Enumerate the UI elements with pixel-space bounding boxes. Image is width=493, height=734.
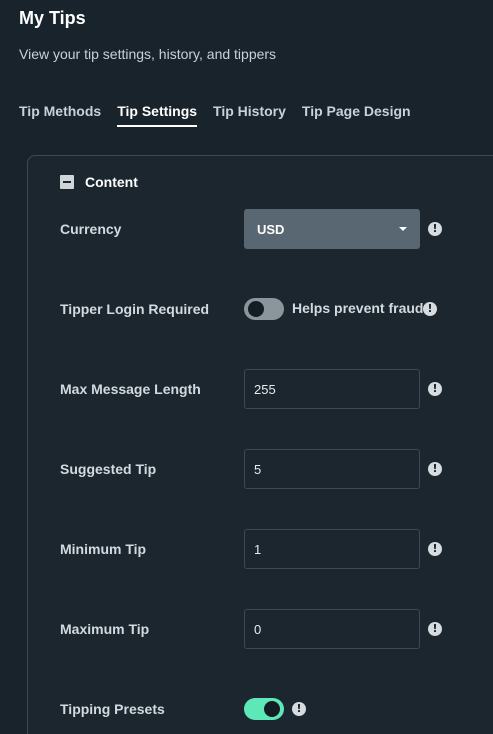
minimum-tip-label: Minimum Tip [60,541,147,557]
currency-selected-value: USD [257,221,285,237]
minimum-tip-input[interactable] [244,529,420,569]
currency-select[interactable]: USD [244,209,420,249]
suggested-tip-input[interactable] [244,449,420,489]
minus-square-icon[interactable] [60,175,74,189]
toggle-knob [248,301,264,317]
info-icon[interactable]: ! [423,302,437,316]
tipper-login-required-toggle[interactable] [244,298,284,320]
tab-bar: Tip Methods Tip Settings Tip History Tip… [19,103,411,127]
info-icon[interactable]: ! [428,622,442,636]
maximum-tip-input[interactable] [244,609,420,649]
info-icon[interactable]: ! [292,702,306,716]
page-subtitle: View your tip settings, history, and tip… [19,46,277,62]
maximum-tip-label: Maximum Tip [60,621,150,637]
tab-tip-history[interactable]: Tip History [213,103,286,127]
section-title: Content [85,174,138,190]
tab-tip-page-design[interactable]: Tip Page Design [302,103,411,127]
tipping-presets-toggle[interactable] [244,698,284,720]
caret-down-icon [399,227,407,231]
info-icon[interactable]: ! [428,382,442,396]
toggle-hint-text: Helps prevent fraud [292,300,424,316]
tab-tip-settings[interactable]: Tip Settings [117,103,198,127]
tipping-presets-label: Tipping Presets [60,701,165,717]
currency-label: Currency [60,221,122,237]
suggested-tip-label: Suggested Tip [60,461,157,477]
tab-tip-methods[interactable]: Tip Methods [19,103,101,127]
info-icon[interactable]: ! [428,462,442,476]
toggle-knob [264,701,280,717]
page-title: My Tips [19,8,86,28]
info-icon[interactable]: ! [428,222,442,236]
max-message-length-label: Max Message Length [60,381,201,397]
content-section-header: Content [60,174,138,190]
max-message-length-input[interactable] [244,369,420,409]
info-icon[interactable]: ! [428,542,442,556]
tipper-login-required-label: Tipper Login Required [60,301,210,317]
